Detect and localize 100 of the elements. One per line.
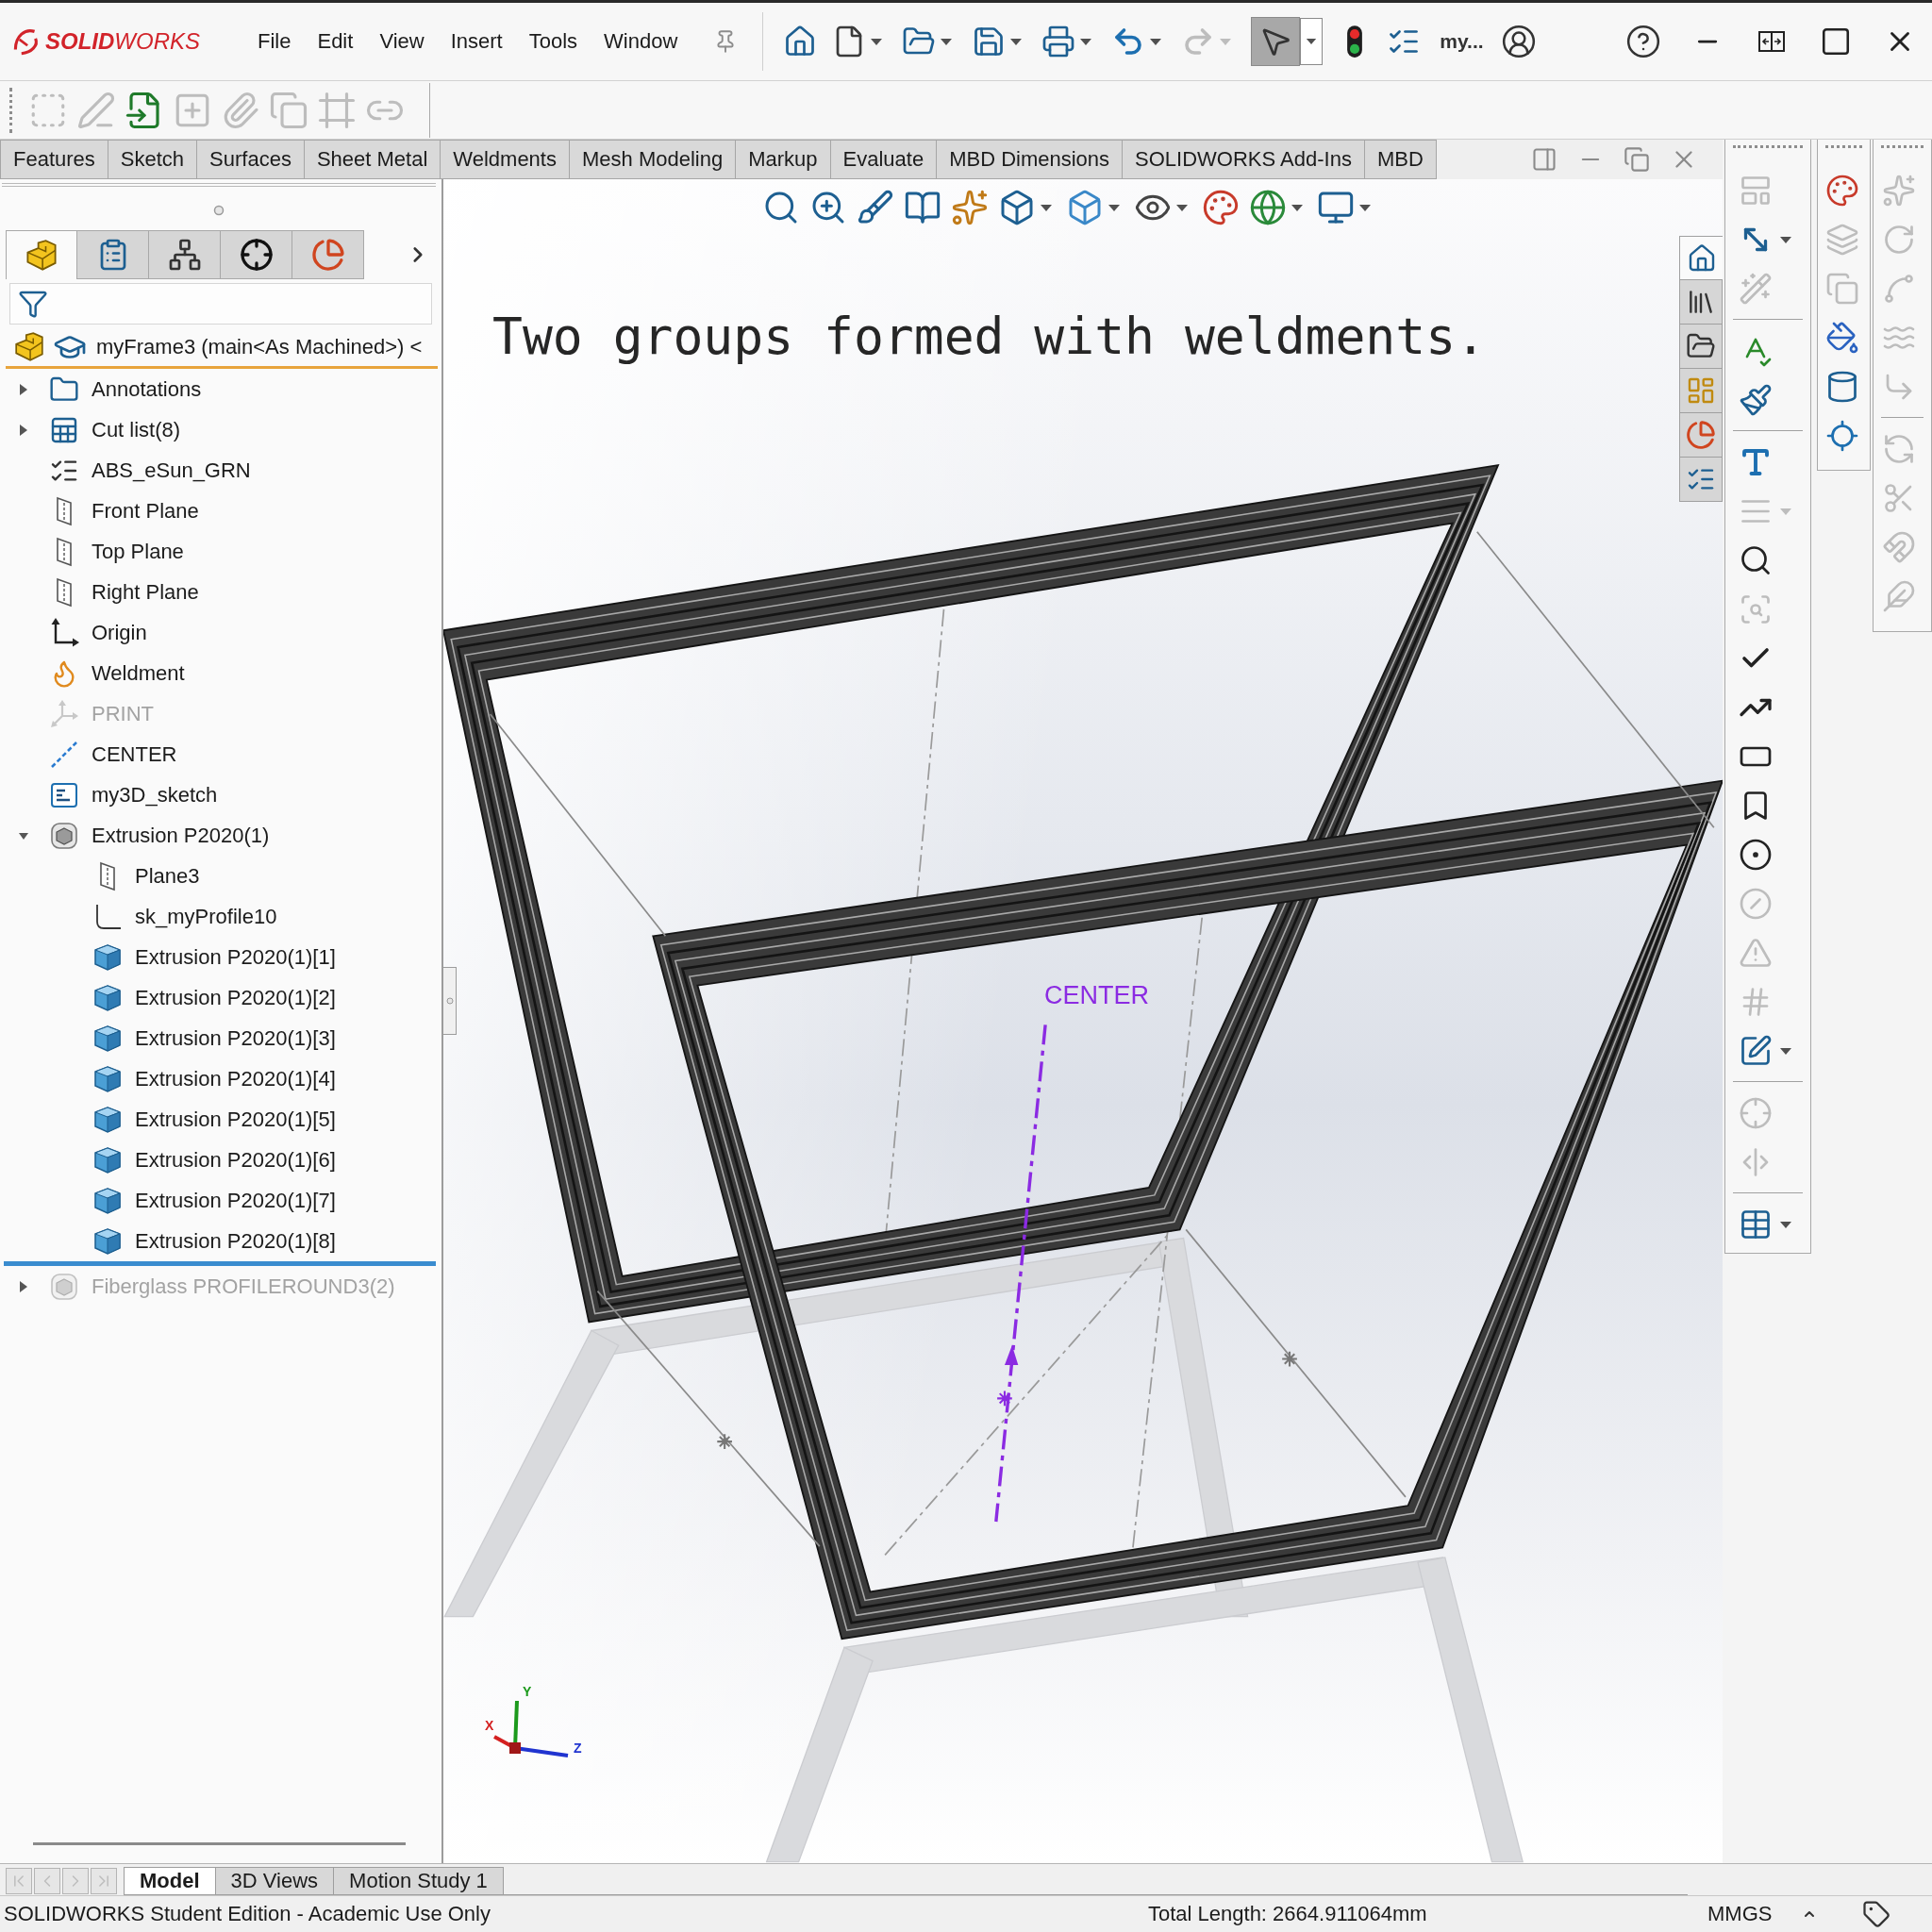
toolbar-grip[interactable] [1825, 145, 1862, 149]
menu-item[interactable]: View [379, 29, 425, 54]
tree-root-label[interactable]: myFrame3 (main<As Machined>) < [96, 335, 423, 359]
tree-item-label[interactable]: Extrusion P2020(1)[4] [135, 1066, 336, 1091]
tree-item-label[interactable]: Extrusion P2020(1)[3] [135, 1025, 336, 1051]
tree-item-label[interactable]: Extrusion P2020(1)[2] [135, 985, 336, 1010]
paint-bucket-icon[interactable] [1825, 321, 1859, 355]
caret-icon[interactable] [1108, 204, 1120, 211]
ribbon-tab[interactable]: MBD Dimensions [937, 140, 1124, 179]
ribbon-tab[interactable]: Weldments [441, 140, 570, 179]
tree-item-label[interactable]: Extrusion P2020(1) [92, 823, 270, 848]
menu-item[interactable]: Tools [528, 29, 578, 54]
sketch-point-icon [716, 1433, 734, 1450]
caret-icon[interactable] [871, 38, 883, 45]
brush-icon[interactable] [857, 189, 894, 226]
tree-item-label[interactable]: Extrusion P2020(1)[8] [135, 1228, 336, 1254]
ribbon-tab[interactable]: SOLIDWORKS Add-Ins [1123, 140, 1365, 179]
ribbon-tab[interactable]: Surfaces [197, 140, 305, 179]
caret-icon[interactable] [1291, 204, 1303, 211]
sparkle-icon[interactable] [951, 189, 989, 226]
panel-splitter-handle[interactable] [443, 967, 457, 1035]
help-icon[interactable] [1625, 24, 1661, 59]
caret-icon[interactable] [941, 38, 953, 45]
caret-right-icon[interactable] [19, 423, 28, 437]
panel-tab[interactable] [149, 230, 221, 279]
tree-item-label[interactable]: Origin [92, 620, 147, 645]
caret-icon[interactable] [1780, 236, 1791, 243]
panel-tab[interactable] [6, 230, 77, 279]
filter-field[interactable] [9, 283, 432, 325]
caret-icon[interactable] [1300, 18, 1324, 65]
ribbon-tab[interactable]: Evaluate [830, 140, 938, 179]
tag-icon[interactable] [1862, 1900, 1890, 1928]
magnifier-icon[interactable] [1739, 543, 1773, 577]
ribbon-tab[interactable]: Features [0, 140, 108, 179]
caret-icon[interactable] [1150, 38, 1162, 45]
horizontal-scrollbar[interactable] [33, 1842, 406, 1845]
palette-icon[interactable] [1202, 189, 1240, 226]
tree-item-label[interactable]: Cut list(8) [92, 417, 181, 442]
toolbar-grip[interactable] [1881, 145, 1924, 149]
tree-item-label[interactable]: sk_myProfile10 [135, 904, 277, 929]
tree-item-label[interactable]: Extrusion P2020(1)[6] [135, 1147, 336, 1173]
caret-right-icon[interactable] [19, 382, 28, 396]
toolbar-grip[interactable] [1733, 145, 1803, 149]
caret-icon[interactable] [1359, 204, 1371, 211]
target-icon[interactable] [1825, 419, 1859, 453]
ribbon-tab[interactable]: Sheet Metal [304, 140, 441, 179]
caret-icon[interactable] [1080, 38, 1092, 45]
model-tab[interactable]: Model [124, 1867, 216, 1895]
tree-item-label[interactable]: Extrusion P2020(1)[1] [135, 944, 336, 970]
ribbon-tab[interactable]: MBD [1364, 140, 1437, 179]
tree-item-label[interactable]: Extrusion P2020(1)[7] [135, 1188, 336, 1213]
table-icon[interactable] [1739, 1208, 1773, 1241]
ribbon-tab[interactable]: Markup [736, 140, 831, 179]
caret-icon[interactable] [1176, 204, 1188, 211]
task-pane-tab[interactable] [1679, 280, 1723, 325]
tree-item-label[interactable]: Top Plane [92, 539, 184, 564]
grip-dot-icon[interactable] [213, 205, 225, 216]
ribbon-tab[interactable]: Mesh Modeling [569, 140, 737, 179]
menu-item[interactable]: Window [604, 29, 678, 54]
restore-icon[interactable] [1624, 146, 1650, 173]
menu-item[interactable]: Edit [317, 29, 354, 54]
task-pane-tab[interactable] [1679, 325, 1723, 369]
caret-icon[interactable] [1041, 204, 1052, 211]
cylinder-icon[interactable] [1825, 370, 1859, 404]
panel-tab[interactable] [221, 230, 292, 279]
tree-item-label[interactable]: Plane3 [135, 863, 200, 889]
panel-icon[interactable] [1531, 146, 1557, 173]
menu-item[interactable]: Insert [450, 29, 503, 54]
model-tab[interactable]: Motion Study 1 [334, 1867, 504, 1895]
part-icon [25, 238, 58, 273]
globe-icon[interactable] [1249, 189, 1287, 226]
tree-item-label[interactable]: ABS_eSun_GRN [92, 458, 251, 483]
tree-item-label[interactable]: Front Plane [92, 498, 199, 524]
tree-item-label[interactable]: Right Plane [92, 579, 199, 605]
caret-icon[interactable] [1780, 1221, 1791, 1228]
circle-dot-icon[interactable] [1739, 838, 1773, 872]
task-pane-tab[interactable] [1679, 458, 1723, 502]
menu-item[interactable]: File [258, 29, 291, 54]
paintbrush-icon[interactable] [1739, 383, 1773, 417]
tree-item-label[interactable]: Annotations [92, 376, 202, 402]
tree-item-label[interactable]: CENTER [92, 741, 177, 767]
tree-item-label[interactable]: my3D_sketch [92, 782, 218, 808]
axis-label: X [485, 1718, 494, 1733]
printer-icon[interactable] [1041, 25, 1076, 58]
unit-system-button[interactable]: MMGS [1689, 1902, 1792, 1926]
pointer-icon[interactable] [1251, 17, 1301, 66]
square-pen-icon[interactable] [1739, 1034, 1773, 1068]
palette-icon[interactable] [1825, 174, 1859, 208]
document-name-button[interactable]: my... [1440, 30, 1484, 53]
tree-item-label[interactable]: Extrusion P2020(1)[5] [135, 1107, 336, 1132]
toolbar-grip[interactable] [9, 87, 13, 133]
caret-icon[interactable] [1780, 1047, 1791, 1055]
user-icon[interactable] [1500, 24, 1537, 59]
ribbon-tab[interactable]: Sketch [108, 140, 198, 179]
caret-icon[interactable] [1010, 38, 1023, 45]
maximize-icon[interactable] [1820, 25, 1852, 58]
model-tab[interactable]: 3D Views [215, 1867, 335, 1895]
caret-right-icon[interactable] [19, 1279, 28, 1293]
task-pane-tab[interactable] [1679, 236, 1723, 280]
tree-item-label[interactable]: Weldment [92, 660, 185, 686]
